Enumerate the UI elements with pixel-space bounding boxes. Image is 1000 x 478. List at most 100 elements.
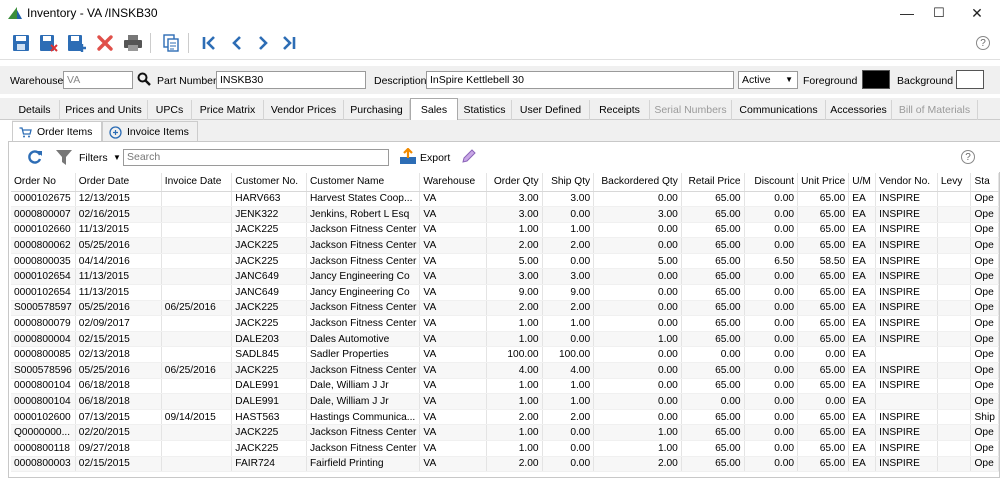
column-header[interactable]: Ship Qty <box>542 173 595 192</box>
table-cell: 2.00 <box>486 237 543 254</box>
previous-record-icon[interactable] <box>226 33 248 53</box>
column-header[interactable]: Levy <box>937 173 972 192</box>
table-row[interactable]: 0000102600 07/13/2015 09/14/2015 HAST563 Has… <box>11 409 999 426</box>
edit-pencil-icon[interactable] <box>461 148 477 164</box>
table-cell <box>161 222 233 239</box>
table-cell: 2.00 <box>593 456 682 473</box>
tab-purchasing[interactable]: Purchasing <box>344 100 410 120</box>
table-cell <box>937 409 972 426</box>
table-cell: Jackson Fitness Center <box>306 222 421 239</box>
tab-order-items[interactable]: Order Items <box>12 121 102 142</box>
delete-icon[interactable] <box>94 33 116 53</box>
table-cell: 1.00 <box>593 331 682 348</box>
tab-details[interactable]: Details <box>10 100 60 120</box>
table-cell: 65.00 <box>681 378 745 395</box>
column-header[interactable]: Unit Price <box>797 173 850 192</box>
table-cell: EA <box>848 191 877 208</box>
background-color-swatch[interactable] <box>956 70 984 89</box>
next-record-icon[interactable] <box>252 33 274 53</box>
last-record-icon[interactable] <box>278 33 300 53</box>
description-field[interactable]: InSpire Kettlebell 30 <box>426 71 734 89</box>
refresh-icon[interactable] <box>27 149 43 165</box>
column-header[interactable]: Retail Price <box>681 173 745 192</box>
tab-price-matrix[interactable]: Price Matrix <box>192 100 264 120</box>
tab-accessories[interactable]: Accessories <box>826 100 892 120</box>
table-cell: 3.00 <box>542 191 595 208</box>
tab-upcs[interactable]: UPCs <box>148 100 192 120</box>
column-header[interactable]: Vendor No. <box>875 173 938 192</box>
table-row[interactable]: 0000102654 11/13/2015 JANC649 Jancy Enginee… <box>11 284 999 301</box>
search-icon[interactable] <box>137 72 151 86</box>
close-button[interactable]: ✕ <box>954 0 1000 26</box>
table-row[interactable]: 0000800062 05/25/2016 JACK225 Jackson Fitne… <box>11 237 999 254</box>
tab-receipts[interactable]: Receipts <box>590 100 650 120</box>
search-input[interactable]: Search <box>123 149 389 166</box>
table-cell: 0.00 <box>542 331 595 348</box>
table-cell: INSPIRE <box>875 300 938 317</box>
table-row[interactable]: 0000102660 11/13/2015 JACK225 Jackson Fitne… <box>11 222 999 239</box>
table-row[interactable]: S000578597 05/25/2016 06/25/2016 JACK225 Jac… <box>11 300 999 317</box>
column-header[interactable]: Order Date <box>75 173 162 192</box>
status-select[interactable]: Active ▼ <box>738 71 798 89</box>
table-row[interactable]: 0000800118 09/27/2018 JACK225 Jackson Fitne… <box>11 440 999 457</box>
column-header[interactable]: Customer Name <box>306 173 421 192</box>
chevron-down-icon[interactable]: ▼ <box>113 153 121 162</box>
tab-prices-and-units[interactable]: Prices and Units <box>60 100 148 120</box>
table-row[interactable]: 0000800104 06/18/2018 DALE991 Dale, William… <box>11 393 999 410</box>
table-cell: 05/25/2016 <box>75 300 162 317</box>
save-icon[interactable] <box>10 33 32 53</box>
print-icon[interactable] <box>122 33 144 53</box>
table-row[interactable]: 0000800104 06/18/2018 DALE991 Dale, William… <box>11 378 999 395</box>
tab-user-defined[interactable]: User Defined <box>512 100 590 120</box>
part-number-field[interactable]: INSKB30 <box>216 71 366 89</box>
table-cell: 65.00 <box>681 191 745 208</box>
table-row[interactable]: 0000800004 02/15/2015 DALE203 Dales Automot… <box>11 331 999 348</box>
table-cell: JACK225 <box>231 253 307 270</box>
export-icon[interactable] <box>399 148 417 165</box>
tab-statistics[interactable]: Statistics <box>458 100 512 120</box>
column-header[interactable]: Sta <box>970 173 999 192</box>
table-row[interactable]: Q0000000... 02/20/2015 JACK225 Jackson Fitn… <box>11 424 999 441</box>
table-row[interactable]: 0000102654 11/13/2015 JANC649 Jancy Enginee… <box>11 268 999 286</box>
column-header[interactable]: Customer No. <box>231 173 307 192</box>
tab-communications[interactable]: Communications <box>732 100 826 120</box>
table-row[interactable]: 0000800079 02/09/2017 JACK225 Jackson Fitne… <box>11 315 999 332</box>
table-cell: 65.00 <box>681 300 745 317</box>
copy-icon[interactable] <box>160 33 182 53</box>
column-header[interactable]: Discount <box>744 173 799 192</box>
grid-help-icon[interactable]: ? <box>961 150 975 164</box>
column-header[interactable]: Order Qty <box>486 173 543 192</box>
filter-icon[interactable] <box>55 149 73 166</box>
table-cell: HARV663 <box>231 191 307 208</box>
tab-sales[interactable]: Sales <box>410 98 458 121</box>
tab-invoice-items[interactable]: Invoice Items <box>102 121 198 142</box>
table-row[interactable]: S000578596 05/25/2016 06/25/2016 JACK225 Jac… <box>11 362 999 379</box>
warehouse-field[interactable]: VA <box>63 71 133 89</box>
table-row[interactable]: 0000800003 02/15/2015 FAIR724 Fairfield Pri… <box>11 456 999 473</box>
table-cell: 65.00 <box>797 191 850 208</box>
table-row[interactable]: 0000800085 02/13/2018 SADL845 Sadler Proper… <box>11 346 999 364</box>
export-label[interactable]: Export <box>420 152 450 164</box>
table-row[interactable]: 0000800007 02/16/2015 JENK322 Jenkins, Robe… <box>11 206 999 223</box>
column-header[interactable]: Backordered Qty <box>593 173 682 192</box>
column-header[interactable]: Warehouse <box>419 173 487 192</box>
table-cell: 12/13/2015 <box>75 191 162 208</box>
table-cell: 65.00 <box>797 206 850 223</box>
table-cell: JENK322 <box>231 206 307 223</box>
table-row[interactable]: 0000800035 04/14/2016 JACK225 Jackson Fitne… <box>11 253 999 270</box>
table-row[interactable]: 0000102675 12/13/2015 HARV663 Harvest State… <box>11 191 999 208</box>
column-header[interactable]: U/M <box>848 173 877 192</box>
save-new-icon[interactable] <box>66 33 88 53</box>
help-icon[interactable]: ? <box>976 36 990 50</box>
save-close-icon[interactable] <box>38 33 60 53</box>
table-cell <box>937 300 972 317</box>
first-record-icon[interactable] <box>198 33 220 53</box>
tab-vendor-prices[interactable]: Vendor Prices <box>264 100 344 120</box>
column-header[interactable]: Invoice Date <box>161 173 233 192</box>
table-cell: 65.00 <box>797 268 850 286</box>
foreground-color-swatch[interactable] <box>862 70 890 89</box>
table-cell: VA <box>419 440 487 457</box>
column-header[interactable]: Order No <box>11 173 76 192</box>
filters-label[interactable]: Filters <box>79 152 108 164</box>
table-cell: Jenkins, Robert L Esq <box>306 206 421 223</box>
